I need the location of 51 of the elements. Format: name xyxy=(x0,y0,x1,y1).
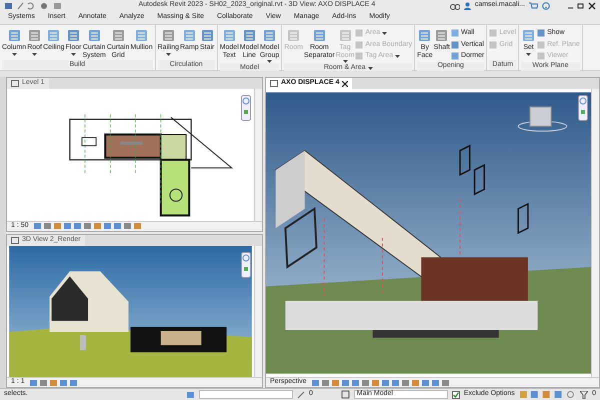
tool-icon xyxy=(434,28,450,43)
tool-icon xyxy=(200,28,215,43)
tool-icon xyxy=(46,28,62,43)
tool-icon xyxy=(286,28,302,43)
view-icon xyxy=(270,80,278,87)
tool-icon xyxy=(312,28,327,43)
tool-icon xyxy=(160,28,176,43)
caret-icon[interactable] xyxy=(12,52,17,56)
view-control-icons[interactable] xyxy=(310,378,451,386)
tool-icon xyxy=(262,28,278,43)
scroll-bar[interactable] xyxy=(591,89,599,377)
design-options-icon[interactable] xyxy=(340,390,350,399)
navigation-bar-icon[interactable] xyxy=(578,95,588,121)
caret-icon[interactable] xyxy=(526,52,532,56)
workset-field[interactable] xyxy=(199,390,294,399)
tool-icon xyxy=(338,28,353,43)
caret-icon[interactable] xyxy=(71,52,76,56)
workset-icon[interactable] xyxy=(186,390,195,399)
tool-icon xyxy=(110,28,126,43)
binoculars-icon[interactable] xyxy=(450,2,460,10)
window-controls-icon[interactable] xyxy=(566,2,596,10)
caret-icon[interactable] xyxy=(32,52,38,56)
tool-icon xyxy=(6,28,22,43)
view-control-icons[interactable] xyxy=(28,378,79,386)
user-icon[interactable] xyxy=(464,2,471,10)
quick-access-toolbar-icon[interactable] xyxy=(4,2,64,10)
tool-icon xyxy=(66,28,81,43)
tool-icon xyxy=(27,28,42,43)
view-icon xyxy=(11,80,19,87)
filter-icon[interactable] xyxy=(580,390,588,398)
edit-icon[interactable] xyxy=(297,390,305,398)
close-icon[interactable] xyxy=(342,80,348,86)
view-cube-icon[interactable] xyxy=(518,106,568,132)
tool-icon xyxy=(182,28,197,43)
caret-icon[interactable] xyxy=(166,52,171,56)
checkbox[interactable] xyxy=(452,390,460,398)
cart-icon[interactable] xyxy=(529,2,538,10)
tool-icon xyxy=(86,28,102,43)
view-control-icons[interactable] xyxy=(32,222,143,230)
tool-icon xyxy=(417,28,432,43)
view-icon xyxy=(11,236,19,244)
tool-icon xyxy=(242,28,257,43)
tool-icon xyxy=(134,28,149,43)
scroll-bar[interactable] xyxy=(254,89,262,220)
tool-icon xyxy=(222,28,237,43)
selection-controls-icons[interactable] xyxy=(518,390,576,399)
help-icon[interactable] xyxy=(542,2,550,10)
scroll-bar[interactable] xyxy=(254,246,262,377)
navigation-bar-icon[interactable] xyxy=(241,95,251,121)
navigation-bar-icon[interactable] xyxy=(241,252,251,278)
check-icon xyxy=(452,392,459,398)
